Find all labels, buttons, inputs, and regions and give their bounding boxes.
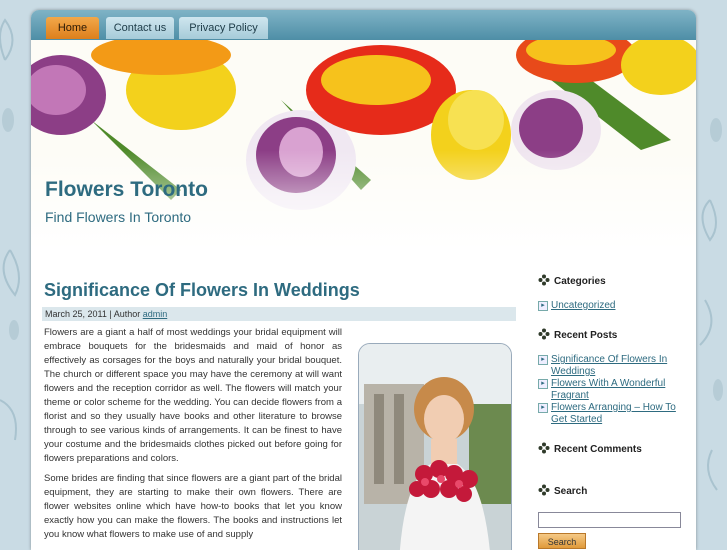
- search-heading: Search: [538, 484, 688, 497]
- author-link[interactable]: admin: [143, 309, 168, 319]
- recent-post-link[interactable]: ▸ Flowers With A Wonderful Fragrant: [538, 378, 688, 402]
- recent-comments-heading: Recent Comments: [538, 442, 688, 455]
- post-meta: March 25, 2011 | Author admin: [42, 307, 516, 321]
- flower-bullet-icon: [538, 328, 550, 340]
- site-description: Find Flowers In Toronto: [45, 209, 192, 225]
- recent-post-link[interactable]: ▸ Significance Of Flowers In Weddings: [538, 354, 688, 378]
- recent-posts-title: Recent Posts: [554, 330, 618, 341]
- recent-posts-heading: Recent Posts: [538, 328, 688, 341]
- arrow-right-icon: ▸: [538, 355, 548, 365]
- post-date: March 25, 2011: [45, 309, 107, 319]
- arrow-right-icon: ▸: [538, 403, 548, 413]
- top-navigation: Home Contact us Privacy Policy: [31, 10, 696, 44]
- arrow-right-icon: ▸: [538, 301, 548, 311]
- search-input[interactable]: [538, 512, 681, 528]
- post-paragraph: Flowers are a giant a half of most weddi…: [44, 327, 342, 464]
- page-frame: Home Contact us Privacy Policy Flowers T…: [31, 10, 696, 550]
- recent-comments-title: Recent Comments: [554, 444, 642, 455]
- search-button[interactable]: Search: [538, 533, 586, 549]
- post-title[interactable]: Significance Of Flowers In Weddings: [44, 280, 360, 301]
- category-link[interactable]: ▸ Uncategorized: [538, 300, 688, 312]
- post-paragraph: Some brides are finding that since flowe…: [44, 473, 342, 540]
- nav-privacy-tab[interactable]: Privacy Policy: [179, 17, 268, 39]
- categories-title: Categories: [554, 276, 606, 287]
- search-title: Search: [554, 486, 588, 497]
- bride-photo: [358, 343, 512, 550]
- recent-post-link[interactable]: ▸ Flowers Arranging – How To Get Started: [538, 402, 688, 426]
- flower-bullet-icon: [538, 484, 550, 496]
- flower-bullet-icon: [538, 274, 550, 286]
- nav-contact-tab[interactable]: Contact us: [106, 17, 174, 39]
- arrow-right-icon: ▸: [538, 379, 548, 389]
- site-title[interactable]: Flowers Toronto: [45, 178, 208, 202]
- post-content: Flowers are a giant a half of most weddi…: [44, 326, 342, 548]
- categories-heading: Categories: [538, 274, 688, 287]
- flower-bullet-icon: [538, 442, 550, 454]
- author-label: | Author: [106, 309, 143, 319]
- nav-home-tab[interactable]: Home: [46, 17, 99, 39]
